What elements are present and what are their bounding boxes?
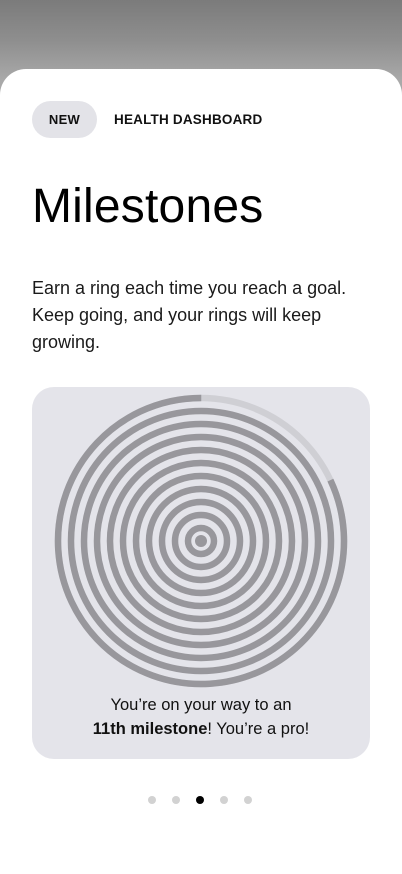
page-indicator	[148, 796, 252, 804]
page-dot[interactable]	[148, 796, 156, 804]
page-dot[interactable]	[172, 796, 180, 804]
new-badge: NEW	[32, 101, 97, 138]
section-label: HEALTH DASHBOARD	[114, 112, 263, 127]
milestone-count: 11th milestone	[92, 720, 208, 738]
ring-center	[195, 535, 207, 547]
header-row: NEW HEALTH DASHBOARD	[32, 101, 262, 138]
caption-line1: You’re on your way to an	[110, 696, 292, 714]
milestone-caption: You’re on your way to an 11th milestone!…	[32, 693, 370, 741]
bottom-sheet: NEW HEALTH DASHBOARD Milestones Earn a r…	[0, 69, 402, 874]
milestone-card: You’re on your way to an 11th milestone!…	[32, 387, 370, 759]
page-dot[interactable]	[220, 796, 228, 804]
page-dot[interactable]	[244, 796, 252, 804]
caption-rest: ! You’re a pro!	[207, 720, 310, 738]
description-text: Earn a ring each time you reach a goal. …	[32, 278, 347, 352]
page-dot[interactable]	[196, 796, 204, 804]
page-title: Milestones	[32, 180, 264, 233]
